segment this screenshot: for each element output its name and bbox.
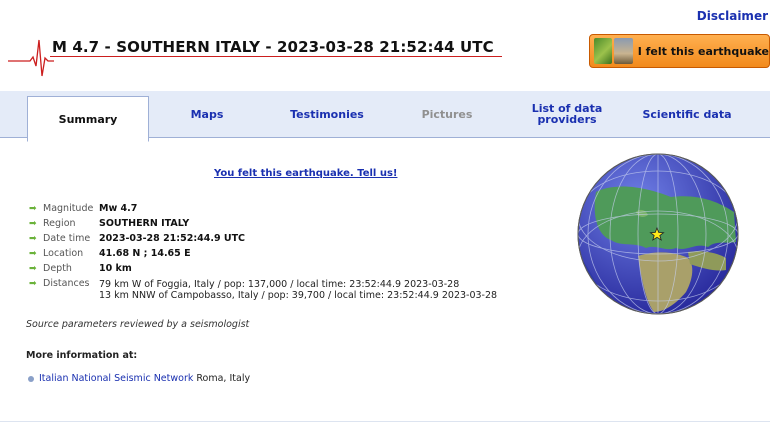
param-label: Distances — [43, 278, 90, 289]
tab-pictures: Pictures — [421, 107, 473, 121]
region-value: SOUTHERN ITALY — [99, 218, 190, 229]
tab-summary[interactable]: Summary — [27, 96, 149, 142]
more-info-heading: More information at: — [26, 350, 138, 361]
param-label: Magnitude — [43, 203, 94, 214]
arrow-icon: ➡ — [29, 204, 37, 214]
arrow-icon: ➡ — [29, 249, 37, 259]
param-label: Depth — [43, 263, 72, 274]
tab-data-providers[interactable]: List of data providers — [527, 91, 607, 137]
globe-map-icon[interactable] — [576, 152, 740, 316]
param-row-datetime: ➡ Date time 2023-03-28 21:52:44.9 UTC — [29, 234, 497, 249]
arrow-icon: ➡ — [29, 279, 37, 289]
network-link[interactable]: Italian National Seismic Network — [39, 373, 193, 384]
seismogram-icon — [8, 39, 54, 77]
felt-button-label: I felt this earthquake — [637, 44, 769, 58]
arrow-icon: ➡ — [29, 264, 37, 274]
distance-line: 79 km W of Foggia, Italy / pop: 137,000 … — [99, 279, 460, 290]
footer-divider — [0, 421, 770, 422]
depth-value: 10 km — [99, 263, 132, 274]
param-row-region: ➡ Region SOUTHERN ITALY — [29, 219, 497, 234]
magnitude-value: Mw 4.7 — [99, 203, 138, 214]
review-note: Source parameters reviewed by a seismolo… — [26, 319, 250, 330]
building-thumbnail-icon — [614, 38, 633, 64]
param-row-magnitude: ➡ Magnitude Mw 4.7 — [29, 204, 497, 219]
source-parameters: ➡ Magnitude Mw 4.7 ➡ Region SOUTHERN ITA… — [29, 204, 497, 307]
arrow-icon: ➡ — [29, 219, 37, 229]
tab-bar: Summary Maps Testimonies Pictures List o… — [0, 91, 770, 142]
param-row-distances: ➡ Distances 79 km W of Foggia, Italy / p… — [29, 279, 497, 307]
param-label: Location — [43, 248, 84, 259]
param-row-location: ➡ Location 41.68 N ; 14.65 E — [29, 249, 497, 264]
arrow-icon: ➡ — [29, 234, 37, 244]
disclaimer-link[interactable]: Disclaimer — [697, 9, 768, 23]
param-label: Region — [43, 218, 76, 229]
param-row-depth: ➡ Depth 10 km — [29, 264, 497, 279]
title-underline — [50, 56, 502, 57]
distances-value: 79 km W of Foggia, Italy / pop: 137,000 … — [99, 279, 497, 301]
datetime-value: 2023-03-28 21:52:44.9 UTC — [99, 233, 246, 244]
location-value: 41.68 N ; 14.65 E — [99, 248, 191, 259]
bullet-icon — [28, 375, 34, 382]
tab-maps[interactable]: Maps — [150, 91, 264, 137]
tab-scientific-data[interactable]: Scientific data — [630, 91, 744, 137]
tab-testimonies[interactable]: Testimonies — [270, 91, 384, 137]
distance-line: 13 km NNW of Campobasso, Italy / pop: 39… — [99, 290, 498, 301]
tell-us-link[interactable]: You felt this earthquake. Tell us! — [214, 168, 397, 179]
param-label: Date time — [43, 233, 91, 244]
page-title: M 4.7 - SOUTHERN ITALY - 2023-03-28 21:5… — [52, 38, 494, 56]
network-location: Roma, Italy — [196, 373, 251, 384]
felt-earthquake-button[interactable]: I felt this earthquake — [589, 34, 770, 68]
network-item: Italian National Seismic Network Roma, I… — [28, 373, 250, 384]
map-thumbnail-icon — [594, 38, 613, 64]
